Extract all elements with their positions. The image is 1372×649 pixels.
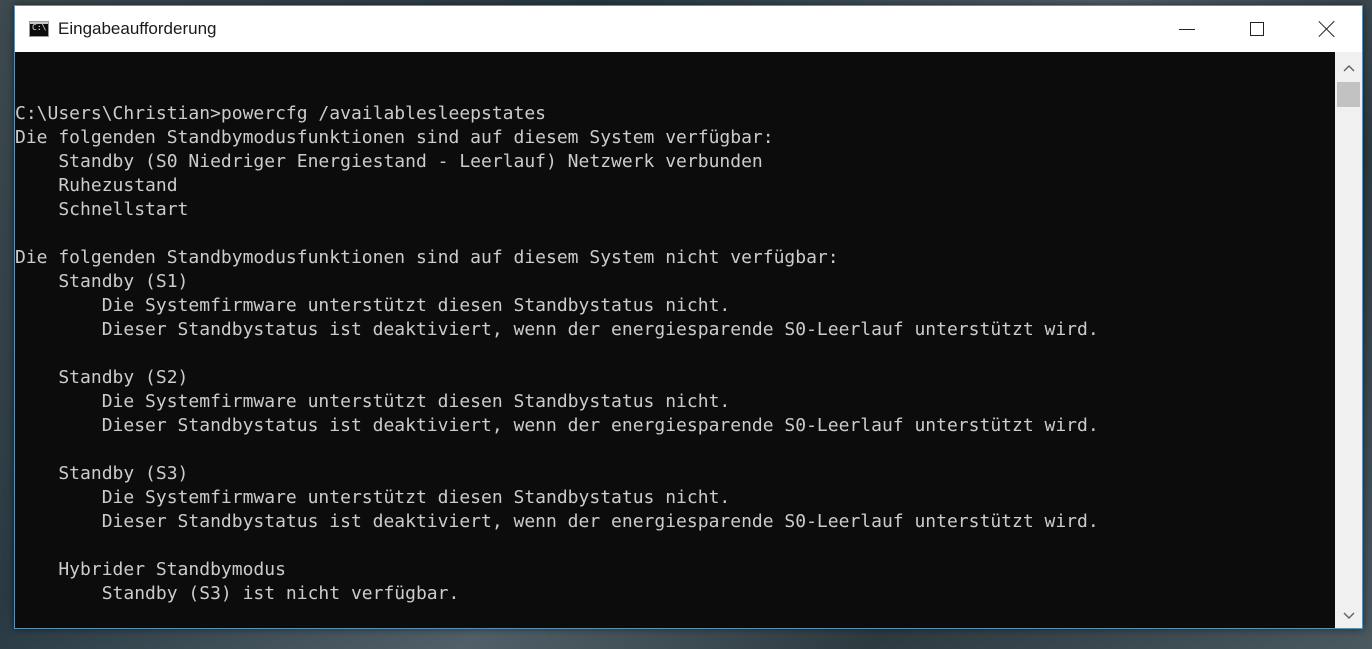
console-line: Standby (S0 Niedriger Energiestand - Lee… — [15, 151, 763, 172]
console-line: Standby (S3) ist nicht verfügbar. — [15, 583, 460, 604]
scroll-up-button[interactable] — [1335, 56, 1362, 80]
console-line: Dieser Standbystatus ist deaktiviert, we… — [15, 415, 1099, 436]
window-title: Eingabeaufforderung — [58, 19, 217, 38]
console-line: Ruhezustand — [15, 175, 178, 196]
maximize-icon — [1250, 22, 1264, 36]
maximize-button[interactable] — [1222, 6, 1292, 52]
console-line: Standby (S3) — [15, 463, 189, 484]
scroll-down-button[interactable] — [1335, 604, 1362, 628]
console-line: Standby (S2) — [15, 367, 189, 388]
scroll-thumb[interactable] — [1337, 82, 1360, 107]
minimize-button[interactable] — [1152, 6, 1222, 52]
chevron-down-icon — [1343, 612, 1354, 619]
minimize-icon — [1179, 28, 1195, 30]
chevron-up-icon — [1343, 65, 1354, 72]
console-line: Dieser Standbystatus ist deaktiviert, we… — [15, 319, 1099, 340]
close-button[interactable] — [1292, 6, 1362, 52]
close-icon — [1319, 21, 1335, 37]
console-line: C:\Users\Christian>powercfg /availablesl… — [15, 103, 547, 124]
console-line: Die Systemfirmware unterstützt diesen St… — [15, 487, 731, 508]
console-line: Schnellstart — [15, 199, 189, 220]
terminal-icon[interactable]: C:\. — [29, 21, 49, 37]
console-line: Hybrider Standbymodus — [15, 559, 286, 580]
title-bar[interactable]: C:\. Eingabeaufforderung — [15, 6, 1362, 52]
console-line: Dieser Standbystatus ist deaktiviert, we… — [15, 511, 1099, 532]
console-line: Die folgenden Standbymodusfunktionen sin… — [15, 127, 774, 148]
command-prompt-window[interactable]: C:\. Eingabeaufforderung C:\Users\Christ… — [14, 5, 1363, 629]
console-line: Die folgenden Standbymodusfunktionen sin… — [15, 247, 839, 268]
console-line: Standby (S1) — [15, 271, 189, 292]
vertical-scrollbar[interactable] — [1335, 52, 1362, 628]
console-output[interactable]: C:\Users\Christian>powercfg /availablesl… — [15, 52, 1335, 628]
console-lines: C:\Users\Christian>powercfg /availablesl… — [15, 102, 1099, 606]
console-line: Die Systemfirmware unterstützt diesen St… — [15, 295, 731, 316]
console-line: Die Systemfirmware unterstützt diesen St… — [15, 391, 731, 412]
